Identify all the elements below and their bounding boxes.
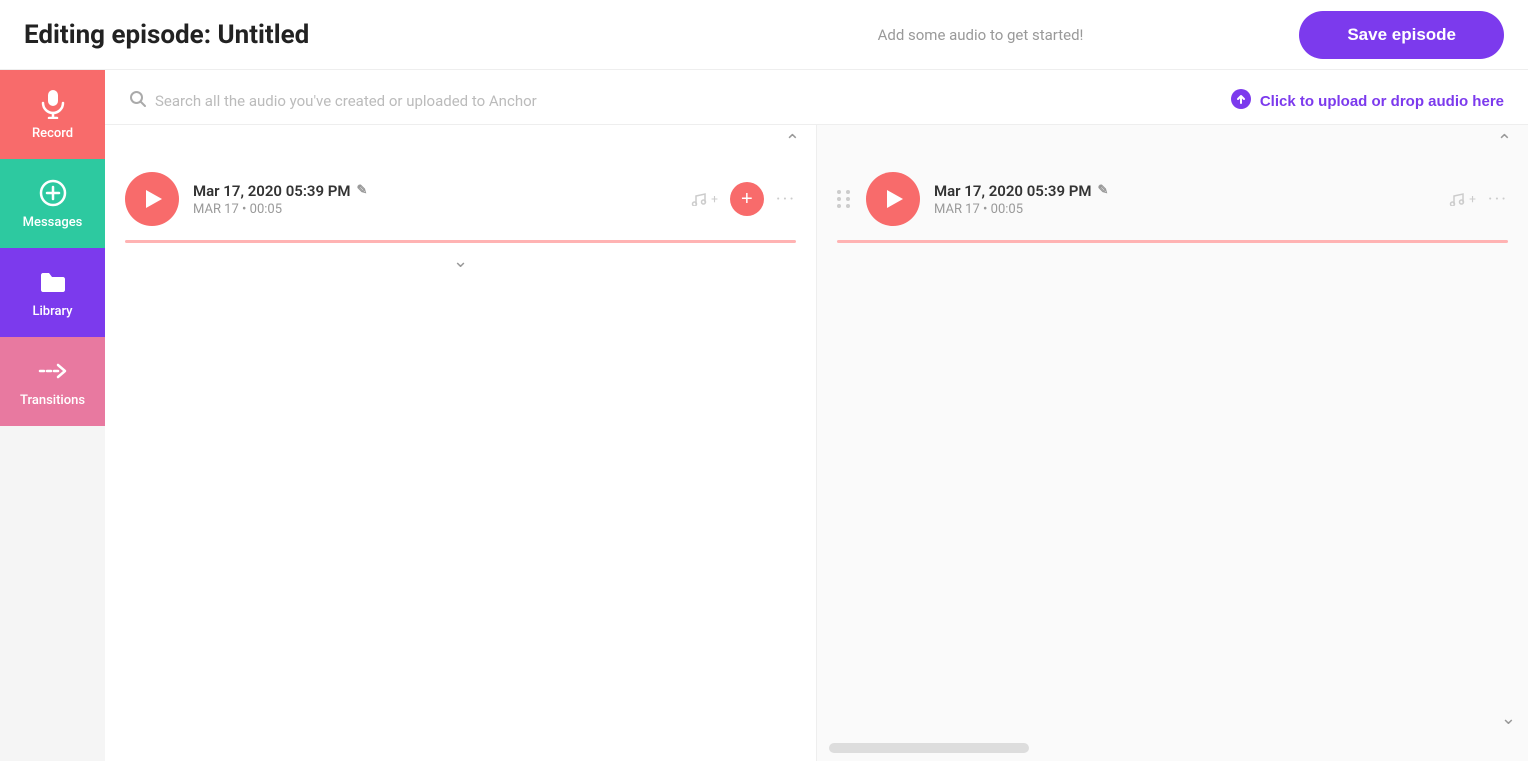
more-options-button[interactable]: ···: [776, 189, 796, 210]
search-input[interactable]: Search all the audio you've created or u…: [155, 92, 537, 110]
content-area: Search all the audio you've created or u…: [105, 70, 1528, 761]
sidebar-item-messages[interactable]: Messages: [0, 159, 105, 248]
transitions-icon: [37, 355, 69, 387]
upload-label: Click to upload or drop audio here: [1260, 93, 1504, 110]
audio-library-panel: ⌃ Mar 17, 2020 05:39 PM ✎ MAR 17: [105, 125, 817, 761]
add-music-plus: +: [711, 192, 718, 206]
play-triangle-icon: [146, 190, 162, 208]
search-box: Search all the audio you've created or u…: [129, 90, 537, 112]
page-title: Editing episode: Untitled: [24, 20, 662, 50]
search-icon: [129, 90, 147, 112]
episode-edit-title-icon[interactable]: ✎: [1098, 183, 1109, 198]
episode-panel-bottom: ⌄: [817, 700, 1528, 737]
save-episode-button[interactable]: Save episode: [1299, 11, 1504, 59]
upload-button[interactable]: Click to upload or drop audio here: [1230, 88, 1504, 114]
episode-audio-info: Mar 17, 2020 05:39 PM ✎ MAR 17 • 00:05: [934, 182, 1435, 217]
episode-panel-top: ⌃: [817, 125, 1528, 158]
episode-title: Mar 17, 2020 05:39 PM ✎: [934, 182, 1435, 200]
edit-title-icon[interactable]: ✎: [357, 183, 368, 198]
episode-more-options-button[interactable]: ···: [1488, 189, 1508, 210]
header-subtitle: Add some audio to get started!: [662, 26, 1300, 44]
library-panel-top: ⌃: [105, 125, 816, 158]
play-button[interactable]: [125, 172, 179, 226]
audio-title: Mar 17, 2020 05:39 PM ✎: [193, 182, 677, 200]
add-music-button[interactable]: +: [691, 192, 718, 206]
sidebar: Record Messages Library: [0, 70, 105, 761]
episode-date: MAR 17 • 00:05: [934, 202, 1435, 217]
episode-card: Mar 17, 2020 05:39 PM ✎ MAR 17 • 00:05: [817, 158, 1528, 240]
sidebar-item-record[interactable]: Record: [0, 70, 105, 159]
main-layout: Record Messages Library: [0, 70, 1528, 761]
search-upload-bar: Search all the audio you've created or u…: [105, 70, 1528, 125]
folder-icon: [37, 266, 69, 298]
episode-chevron-up-button[interactable]: ⌃: [1497, 131, 1512, 152]
panel-bottom: ⌄: [105, 243, 816, 280]
episode-editor-panel: ⌃: [817, 125, 1528, 761]
episode-actions: + ···: [1449, 189, 1508, 210]
chevron-down-button[interactable]: ⌄: [453, 251, 468, 272]
episode-play-icon: [887, 190, 903, 208]
two-columns: ⌃ Mar 17, 2020 05:39 PM ✎ MAR 17: [105, 125, 1528, 761]
episode-add-music-button[interactable]: +: [1449, 192, 1476, 206]
audio-card: Mar 17, 2020 05:39 PM ✎ MAR 17 • 00:05: [105, 158, 816, 240]
episode-scrollbar[interactable]: [829, 743, 1029, 753]
sidebar-item-library-label: Library: [32, 304, 72, 319]
sidebar-item-library[interactable]: Library: [0, 248, 105, 337]
plus-circle-icon: [37, 177, 69, 209]
audio-info: Mar 17, 2020 05:39 PM ✎ MAR 17 • 00:05: [193, 182, 677, 217]
audio-actions: + + ···: [691, 182, 796, 216]
drag-handle[interactable]: [837, 190, 852, 208]
upload-icon: [1230, 88, 1252, 114]
add-to-episode-button[interactable]: +: [730, 182, 764, 216]
mic-icon: [37, 88, 69, 120]
audio-date: MAR 17 • 00:05: [193, 202, 677, 217]
sidebar-item-messages-label: Messages: [23, 215, 83, 230]
chevron-up-button[interactable]: ⌃: [785, 131, 800, 152]
episode-chevron-down-button[interactable]: ⌄: [1501, 708, 1516, 729]
sidebar-item-transitions[interactable]: Transitions: [0, 337, 105, 426]
header: Editing episode: Untitled Add some audio…: [0, 0, 1528, 70]
sidebar-item-record-label: Record: [32, 126, 73, 141]
episode-play-button[interactable]: [866, 172, 920, 226]
sidebar-item-transitions-label: Transitions: [20, 393, 85, 408]
